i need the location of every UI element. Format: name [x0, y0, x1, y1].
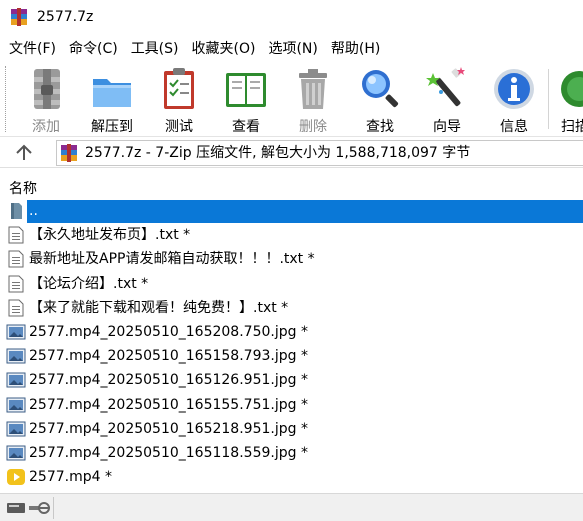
delete-button[interactable]: 删除 [281, 65, 345, 135]
add-label: 添加 [32, 119, 60, 135]
file-row[interactable]: 2577.mp4_20250510_165155.751.jpg * [0, 393, 583, 417]
image-file-icon [6, 371, 26, 389]
file-row[interactable]: 2577.mp4_20250510_165126.951.jpg * [0, 368, 583, 392]
image-file-icon [6, 444, 26, 462]
winrar-app-icon [11, 8, 27, 26]
status-bar [0, 493, 583, 521]
file-row[interactable]: 2577.mp4_20250510_165118.559.jpg * [0, 441, 583, 465]
menu-commands[interactable]: 命令(C) [69, 38, 118, 60]
extract-label: 解压到 [91, 119, 133, 135]
menu-favorites[interactable]: 收藏夹(O) [192, 38, 256, 60]
file-row[interactable]: .. [0, 199, 583, 223]
image-file-icon [6, 396, 26, 414]
info-label: 信息 [500, 119, 528, 135]
text-file-icon [6, 275, 26, 293]
file-name: 2577.mp4_20250510_165118.559.jpg * [29, 445, 308, 461]
title-bar: 2577.7z [0, 0, 583, 36]
video-file-icon [6, 468, 26, 486]
window-title: 2577.7z [37, 9, 94, 25]
toolbar: 添加 解压到 测试 查看 删除 查找 向导 信息 扫描 [0, 61, 583, 137]
view-button[interactable]: 查看 [214, 65, 278, 135]
file-name: 2577.mp4_20250510_165218.951.jpg * [29, 420, 308, 437]
file-name: 2577.mp4_20250510_165126.951.jpg * [29, 372, 308, 389]
address-field[interactable]: 2577.7z - 7-Zip 压缩文件, 解包大小为 1,588,718,09… [56, 140, 583, 166]
extract-button[interactable]: 解压到 [80, 65, 144, 135]
virus-scan-icon [561, 71, 583, 107]
file-name: 最新地址及APP请发邮箱自动获取！！！.txt * [29, 251, 315, 268]
image-file-icon [6, 323, 26, 341]
file-name: 【论坛介绍】.txt * [29, 275, 149, 292]
address-bar: 2577.7z - 7-Zip 压缩文件, 解包大小为 1,588,718,09… [0, 138, 583, 168]
file-row[interactable]: 2577.mp4_20250510_165208.750.jpg * [0, 320, 583, 344]
file-name: .. [29, 203, 38, 219]
test-label: 测试 [165, 119, 193, 135]
file-row[interactable]: 【永久地址发布页】.txt * [0, 223, 583, 247]
toolbar-grip[interactable] [5, 66, 8, 132]
file-name: 2577.mp4 * [29, 469, 112, 486]
text-file-icon [6, 250, 26, 268]
magnifier-icon [362, 70, 399, 108]
file-row[interactable]: 【论坛介绍】.txt * [0, 272, 583, 296]
find-button[interactable]: 查找 [348, 65, 412, 135]
view-label: 查看 [232, 119, 260, 135]
view-book-icon [226, 73, 266, 107]
file-name: 2577.mp4_20250510_165158.793.jpg * [29, 348, 308, 365]
wizard-button[interactable]: 向导 [415, 65, 479, 135]
file-row[interactable]: 2577.mp4 * [0, 465, 583, 489]
info-button[interactable]: 信息 [482, 65, 546, 135]
folder-extract-icon [93, 79, 131, 107]
menu-tools[interactable]: 工具(S) [131, 38, 179, 60]
file-name: 2577.mp4_20250510_165155.751.jpg * [29, 396, 308, 413]
file-row[interactable]: 【来了就能下载和观看！纯免费！】.txt * [0, 296, 583, 320]
selection-highlight [27, 200, 583, 223]
image-file-icon [6, 420, 26, 438]
file-name: 2577.mp4_20250510_165208.750.jpg * [29, 324, 308, 340]
find-label: 查找 [366, 119, 394, 135]
up-arrow-icon[interactable] [11, 143, 37, 163]
file-row[interactable]: 最新地址及APP请发邮箱自动获取！！！.txt * [0, 247, 583, 271]
scan-label: 扫描 [561, 119, 583, 135]
drive-status-icon [7, 502, 50, 514]
menu-file[interactable]: 文件(F) [9, 38, 56, 60]
file-name: 【来了就能下载和观看！纯免费！】.txt * [29, 299, 289, 316]
add-button[interactable]: 添加 [14, 65, 78, 135]
archive-icon [61, 144, 77, 162]
wizard-label: 向导 [433, 119, 461, 135]
toolbar-separator [548, 69, 549, 129]
menu-options[interactable]: 选项(N) [268, 38, 317, 60]
delete-label: 删除 [299, 119, 327, 135]
column-header-name[interactable]: 名称 [9, 178, 37, 198]
image-file-icon [6, 347, 26, 365]
menu-help[interactable]: 帮助(H) [331, 38, 380, 60]
menu-bar: 文件(F) 命令(C) 工具(S) 收藏夹(O) 选项(N) 帮助(H) [0, 37, 583, 61]
text-file-icon [6, 299, 26, 317]
test-button[interactable]: 测试 [147, 65, 211, 135]
list-header: 名称 [0, 176, 583, 198]
address-text: 2577.7z - 7-Zip 压缩文件, 解包大小为 1,588,718,09… [85, 145, 471, 161]
file-name: 【永久地址发布页】.txt * [29, 227, 191, 244]
magic-wand-icon [426, 67, 465, 107]
test-clipboard-icon [164, 68, 194, 109]
status-separator [53, 497, 54, 519]
folder-up-icon [6, 202, 26, 220]
trash-icon [299, 69, 327, 109]
scan-button[interactable]: 扫描 [551, 65, 583, 135]
text-file-icon [6, 226, 26, 244]
info-icon [494, 69, 534, 109]
add-archive-icon [34, 69, 60, 109]
file-row[interactable]: 2577.mp4_20250510_165218.951.jpg * [0, 417, 583, 441]
file-row[interactable]: 2577.mp4_20250510_165158.793.jpg * [0, 344, 583, 368]
